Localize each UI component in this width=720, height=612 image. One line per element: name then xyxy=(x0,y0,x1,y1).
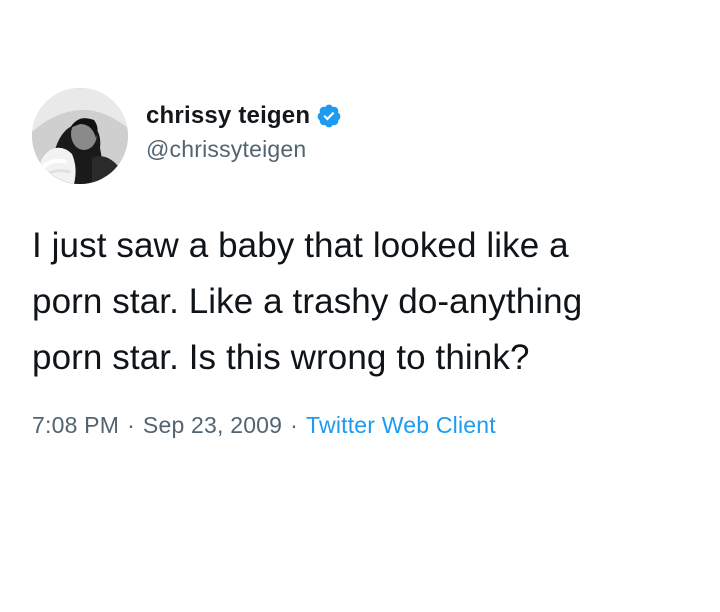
avatar[interactable] xyxy=(32,88,128,184)
user-info: chrissy teigen @chrissyteigen xyxy=(146,100,342,163)
tweet-meta: 7:08 PM · Sep 23, 2009 · Twitter Web Cli… xyxy=(32,412,496,439)
tweet-text: I just saw a baby that looked like a por… xyxy=(32,226,583,377)
tweet-card: chrissy teigen @chrissyteigen I just saw… xyxy=(0,0,720,612)
tweet-source-link[interactable]: Twitter Web Client xyxy=(306,412,496,439)
profile-photo-icon xyxy=(32,88,128,184)
tweet-time[interactable]: 7:08 PM xyxy=(32,412,119,439)
name-row: chrissy teigen xyxy=(146,100,342,132)
user-handle[interactable]: @chrissyteigen xyxy=(146,136,342,163)
tweet-date[interactable]: Sep 23, 2009 xyxy=(143,412,282,439)
display-name[interactable]: chrissy teigen xyxy=(146,102,310,130)
meta-separator: · xyxy=(127,412,135,438)
verified-badge-icon xyxy=(316,103,342,129)
meta-separator: · xyxy=(290,412,299,438)
